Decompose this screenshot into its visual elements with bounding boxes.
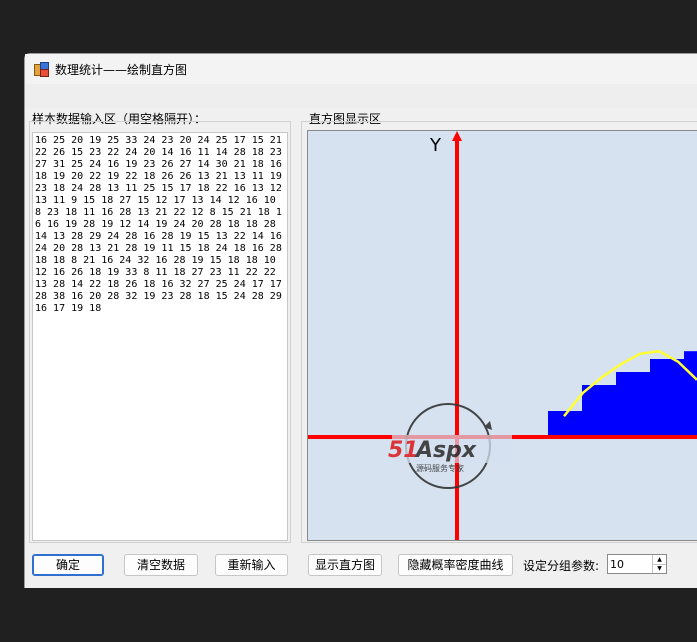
- show-histogram-button[interactable]: 显示直方图: [308, 554, 382, 576]
- svg-text:Aspx: Aspx: [414, 438, 477, 463]
- sample-data-text: 16 25 20 19 25 33 24 23 20 24 25 17 15 2…: [35, 135, 288, 314]
- window-title: 数理统计——绘制直方图: [55, 63, 188, 77]
- reinput-button[interactable]: 重新输入: [215, 554, 288, 576]
- histogram-bar: [684, 351, 697, 437]
- histogram-bar: [582, 385, 616, 437]
- watermark-subtext: 源码服务专家: [416, 463, 464, 473]
- spinner-down-icon[interactable]: ▼: [653, 564, 666, 573]
- y-axis-arrow: [452, 131, 462, 141]
- sample-data-textarea[interactable]: 16 25 20 19 25 33 24 23 20 24 25 17 15 2…: [32, 132, 288, 541]
- histogram-bar: [616, 372, 650, 437]
- main-window: 数理统计——绘制直方图 样本数据输入区（用空格隔开）： 16 25 20 19 …: [24, 53, 697, 588]
- app-chart-icon: [34, 62, 49, 77]
- confirm-button[interactable]: 确定: [32, 554, 104, 576]
- clear-data-button[interactable]: 清空数据: [124, 554, 198, 576]
- group-param-label: 设定分组参数:: [523, 559, 600, 573]
- group-param-input[interactable]: [608, 555, 654, 573]
- hide-density-curve-button[interactable]: 隐藏概率密度曲线: [398, 554, 513, 576]
- histogram-chart: Y 51 Aspx 源码服务专家: [308, 131, 697, 540]
- title-bar: 数理统计——绘制直方图: [25, 54, 697, 84]
- histogram-canvas: Y 51 Aspx 源码服务专家: [307, 130, 697, 541]
- watermark-logo: 51 Aspx 源码服务专家: [388, 403, 512, 489]
- y-axis-label: Y: [429, 135, 442, 156]
- histogram-bar: [650, 359, 684, 437]
- watermark-text: 51: [388, 438, 419, 463]
- group-param-spinner[interactable]: ▲ ▼: [607, 554, 667, 574]
- menu-strip: [25, 84, 697, 108]
